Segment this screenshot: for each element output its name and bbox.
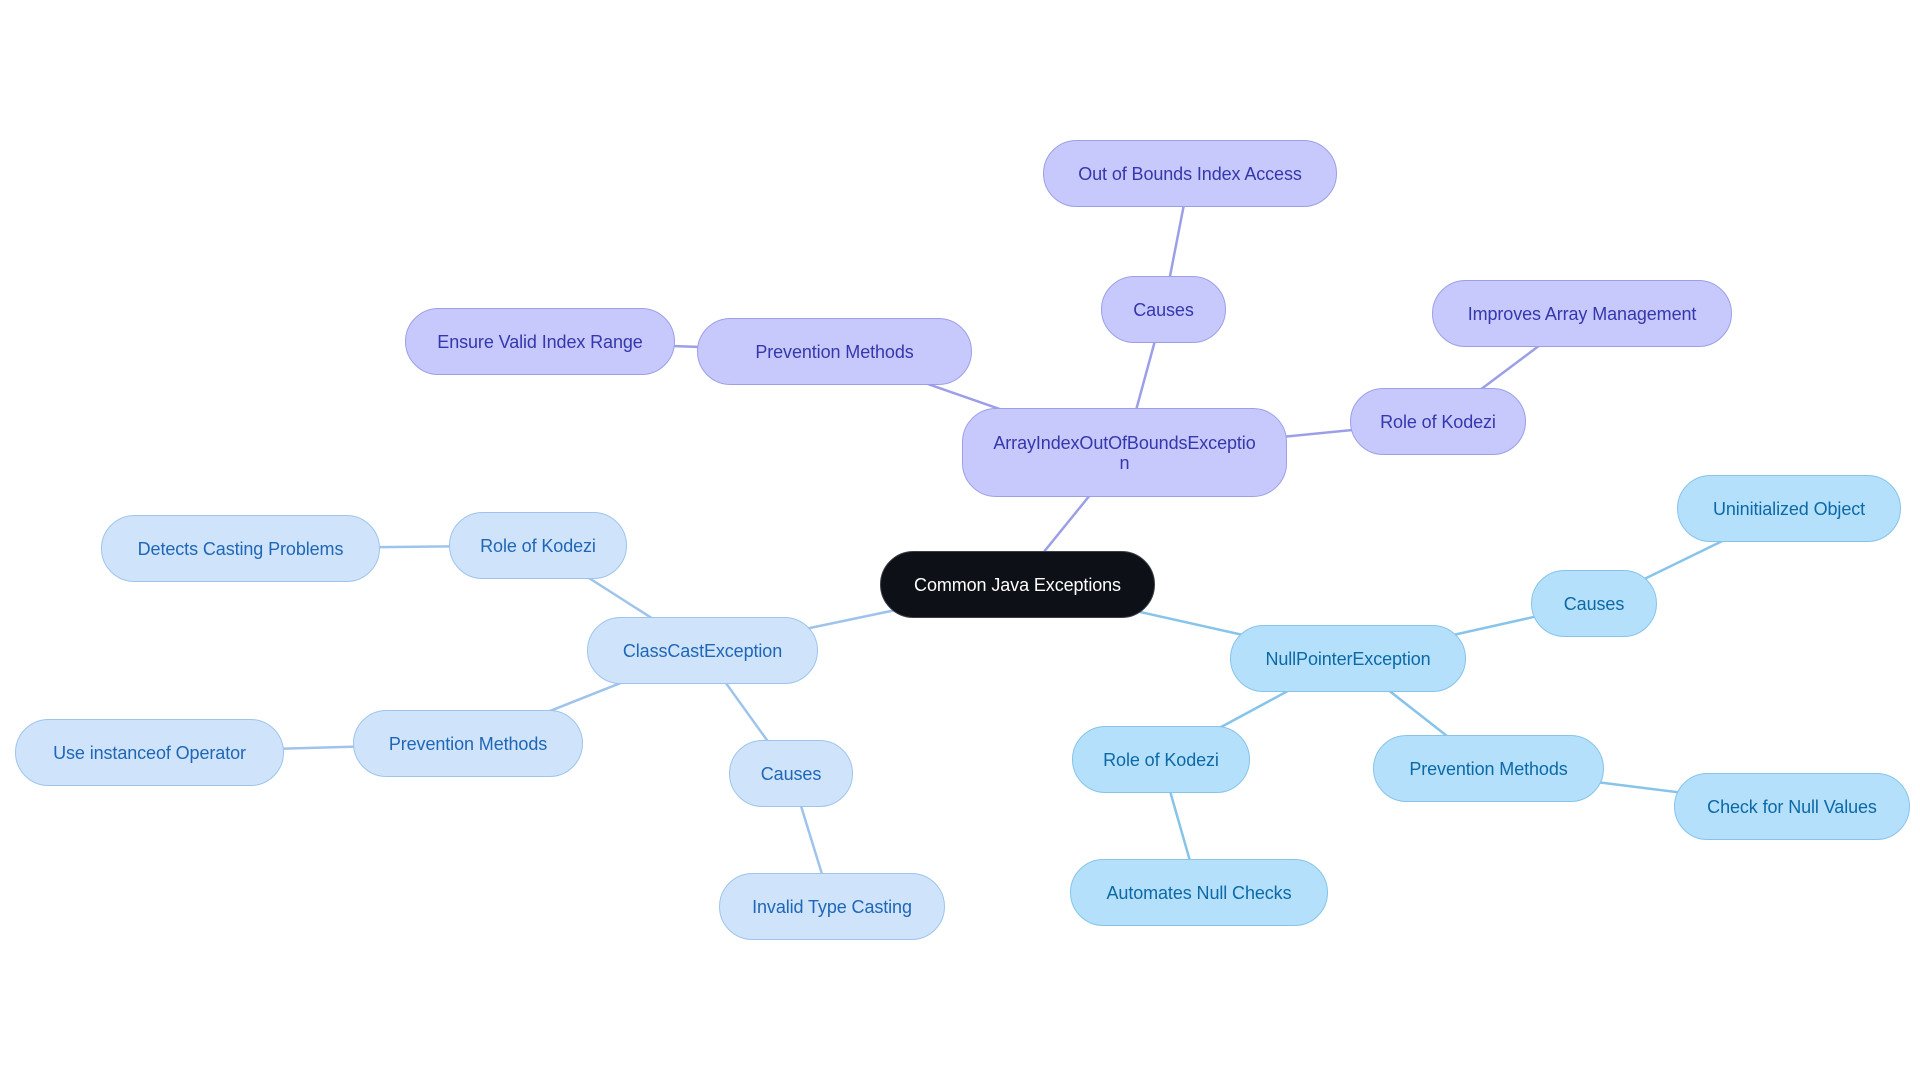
cast-causes-node[interactable]: Causes	[729, 740, 853, 807]
array-role-kodezi-node[interactable]: Role of Kodezi	[1350, 388, 1526, 455]
out-of-bounds-access-label: Out of Bounds Index Access	[1078, 163, 1302, 184]
uninitialized-object-node[interactable]: Uninitialized Object	[1677, 475, 1901, 542]
array-causes-label: Causes	[1133, 299, 1194, 320]
invalid-type-casting-label: Invalid Type Casting	[752, 896, 912, 917]
detects-casting-problems-label: Detects Casting Problems	[137, 538, 344, 559]
mind-map-canvas: Common Java Exceptions ArrayIndexOutOfBo…	[0, 0, 1920, 1083]
improves-array-management-node[interactable]: Improves Array Management	[1432, 280, 1732, 347]
npe-role-kodezi-node[interactable]: Role of Kodezi	[1072, 726, 1250, 793]
class-cast-exception-label: ClassCastException	[622, 640, 783, 661]
ensure-valid-index-node[interactable]: Ensure Valid Index Range	[405, 308, 675, 375]
npe-prevention-label: Prevention Methods	[1409, 758, 1568, 779]
cast-role-kodezi-label: Role of Kodezi	[480, 535, 596, 556]
null-pointer-exception-label: NullPointerException	[1265, 648, 1431, 669]
improves-array-management-label: Improves Array Management	[1467, 303, 1697, 324]
cast-causes-label: Causes	[760, 763, 822, 784]
array-prevention-label: Prevention Methods	[755, 341, 914, 362]
use-instanceof-node[interactable]: Use instanceof Operator	[15, 719, 284, 786]
cast-prevention-node[interactable]: Prevention Methods	[353, 710, 583, 777]
array-causes-node[interactable]: Causes	[1101, 276, 1226, 343]
array-role-kodezi-label: Role of Kodezi	[1380, 411, 1496, 432]
cast-role-kodezi-node[interactable]: Role of Kodezi	[449, 512, 627, 579]
automates-null-checks-label: Automates Null Checks	[1106, 882, 1292, 903]
cast-prevention-label: Prevention Methods	[388, 733, 548, 754]
class-cast-exception-node[interactable]: ClassCastException	[587, 617, 818, 684]
invalid-type-casting-node[interactable]: Invalid Type Casting	[719, 873, 945, 940]
use-instanceof-label: Use instanceof Operator	[53, 742, 246, 763]
null-pointer-exception-node[interactable]: NullPointerException	[1230, 625, 1466, 692]
array-index-exception-node[interactable]: ArrayIndexOutOfBoundsException	[962, 408, 1287, 497]
check-null-values-node[interactable]: Check for Null Values	[1674, 773, 1910, 840]
check-null-values-label: Check for Null Values	[1707, 796, 1877, 817]
out-of-bounds-access-node[interactable]: Out of Bounds Index Access	[1043, 140, 1337, 207]
root-node[interactable]: Common Java Exceptions	[880, 551, 1155, 618]
array-index-exception-label: ArrayIndexOutOfBoundsException	[993, 432, 1256, 473]
npe-causes-node[interactable]: Causes	[1531, 570, 1657, 637]
root-node-label: Common Java Exceptions	[914, 574, 1121, 595]
detects-casting-problems-node[interactable]: Detects Casting Problems	[101, 515, 380, 582]
npe-prevention-node[interactable]: Prevention Methods	[1373, 735, 1604, 802]
npe-causes-label: Causes	[1563, 593, 1625, 614]
npe-role-kodezi-label: Role of Kodezi	[1103, 749, 1219, 770]
ensure-valid-index-label: Ensure Valid Index Range	[437, 331, 643, 352]
automates-null-checks-node[interactable]: Automates Null Checks	[1070, 859, 1328, 926]
array-prevention-node[interactable]: Prevention Methods	[697, 318, 972, 385]
uninitialized-object-label: Uninitialized Object	[1712, 498, 1866, 519]
